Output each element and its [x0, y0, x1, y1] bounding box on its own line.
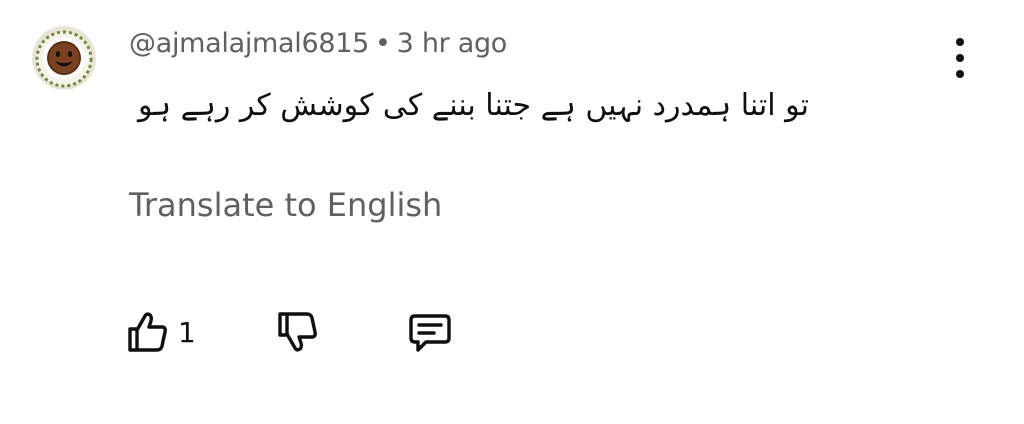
more-vert-dot — [956, 70, 964, 78]
more-vert-dot — [956, 54, 964, 62]
comment-reply-icon — [409, 314, 451, 352]
coffee-cup-avatar-icon — [32, 26, 96, 90]
comment-meta: @ajmalajmal6815 • 3 hr ago — [129, 28, 507, 59]
thumbs-down-icon — [278, 312, 317, 352]
translate-link[interactable]: Translate to English — [129, 186, 442, 224]
like-button[interactable]: 1 — [124, 308, 196, 356]
author-handle[interactable]: @ajmalajmal6815 — [129, 28, 369, 59]
reply-button[interactable] — [406, 308, 454, 356]
more-vert-icon — [956, 38, 964, 46]
more-options-button[interactable] — [944, 38, 976, 78]
thumbs-up-icon — [128, 312, 167, 352]
comment-timestamp[interactable]: 3 hr ago — [397, 28, 508, 59]
comment-item: @ajmalajmal6815 • 3 hr ago تو اتنا ہمدرد ن… — [0, 0, 1024, 424]
dislike-button[interactable] — [274, 308, 322, 356]
comment-text: تو اتنا ہمدرد نہیں ہے جتنا بننے کی کوشش … — [138, 88, 809, 123]
meta-separator: • — [375, 28, 391, 59]
avatar[interactable] — [32, 26, 96, 90]
like-count: 1 — [178, 315, 196, 349]
